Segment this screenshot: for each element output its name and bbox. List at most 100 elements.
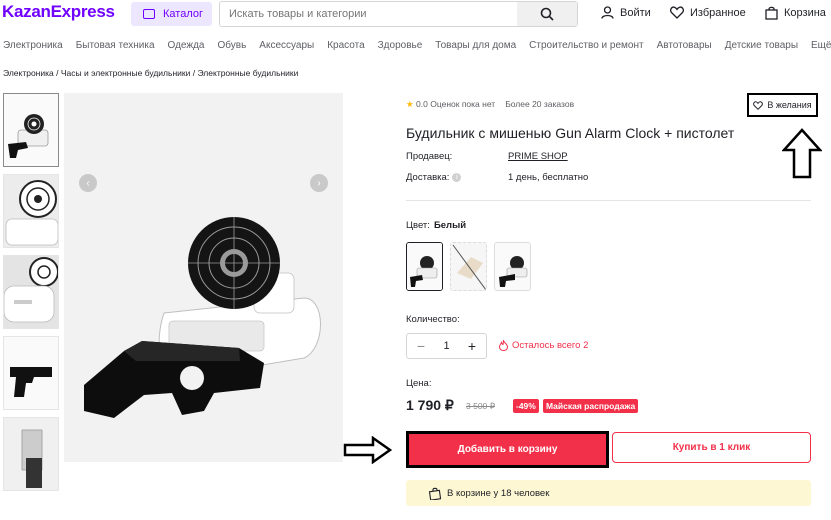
flame-icon bbox=[499, 340, 508, 351]
wishlist-label: В желания bbox=[767, 100, 812, 110]
swatch-image bbox=[451, 243, 486, 290]
product-thumbnail-image bbox=[4, 418, 58, 490]
category-more[interactable]: Ещё⌄ bbox=[811, 40, 831, 51]
seller-link[interactable]: PRIME SHOP bbox=[508, 151, 568, 162]
breadcrumb-item[interactable]: Часы и электронные будильники bbox=[61, 68, 190, 78]
category-health[interactable]: Здоровье bbox=[378, 40, 423, 51]
increment-button[interactable]: + bbox=[466, 338, 478, 354]
decrement-button[interactable]: − bbox=[415, 338, 427, 354]
color-swatch[interactable] bbox=[406, 242, 443, 291]
heart-icon bbox=[670, 6, 684, 19]
buy-one-click-button[interactable]: Купить в 1 клик bbox=[612, 432, 811, 463]
color-value: Белый bbox=[433, 220, 467, 231]
color-swatch-unavailable[interactable] bbox=[450, 242, 487, 291]
prev-image-button[interactable]: ‹ bbox=[79, 174, 97, 192]
main-product-image bbox=[64, 93, 343, 462]
category-home[interactable]: Товары для дома bbox=[435, 40, 516, 51]
rating-value: 0.0 bbox=[416, 99, 428, 109]
product-thumbnail-image bbox=[4, 256, 58, 328]
category-accessories[interactable]: Аксессуары bbox=[259, 40, 314, 51]
star-icon: ★ bbox=[406, 99, 414, 109]
login-link[interactable]: Войти bbox=[601, 6, 651, 19]
search-button[interactable] bbox=[517, 2, 577, 26]
breadcrumb: Электроника / Часы и электронные будильн… bbox=[3, 68, 298, 78]
delivery-label-row: Доставка: i bbox=[406, 172, 462, 183]
color-swatch[interactable] bbox=[494, 242, 531, 291]
annotation-arrow-up-icon bbox=[782, 128, 822, 179]
delivery-label: Доставка: bbox=[406, 172, 450, 183]
breadcrumb-separator: / bbox=[56, 68, 59, 78]
divider bbox=[406, 200, 811, 201]
heart-icon bbox=[753, 100, 764, 110]
category-clothing[interactable]: Одежда bbox=[168, 40, 205, 51]
category-appliances[interactable]: Бытовая техника bbox=[76, 40, 155, 51]
thumbnail[interactable] bbox=[3, 417, 59, 491]
category-construction[interactable]: Строительство и ремонт bbox=[529, 40, 643, 51]
rating-row: ★ 0.0 Оценок пока нет Более 20 заказов bbox=[406, 99, 574, 110]
category-kids[interactable]: Детские товары bbox=[725, 40, 798, 51]
in-cart-text: В корзине у 18 человек bbox=[447, 487, 550, 499]
info-icon[interactable]: i bbox=[452, 172, 462, 182]
favorites-label: Избранное bbox=[690, 6, 746, 19]
orders-count: Более 20 заказов bbox=[505, 99, 575, 109]
seller-label: Продавец: bbox=[406, 151, 453, 162]
catalog-icon bbox=[143, 9, 155, 19]
logo[interactable]: KazanExpress bbox=[2, 2, 115, 22]
quantity-label: Количество: bbox=[406, 314, 460, 325]
price-label: Цена: bbox=[406, 378, 432, 389]
search-icon bbox=[540, 7, 554, 21]
breadcrumb-separator: / bbox=[192, 68, 196, 78]
shopping-bag-icon bbox=[429, 487, 441, 500]
sale-badge: Майская распродажа bbox=[543, 399, 639, 413]
login-label: Войти bbox=[620, 6, 651, 19]
breadcrumb-item[interactable]: Электронные будильники bbox=[197, 68, 298, 78]
delivery-value: 1 день, бесплатно bbox=[508, 172, 589, 183]
catalog-label: Каталог bbox=[163, 8, 203, 20]
color-row: Цвет: Белый bbox=[406, 220, 466, 231]
old-price: 3 500 ₽ bbox=[466, 401, 496, 411]
cart-label: Корзина bbox=[784, 7, 826, 19]
product-thumbnail-image bbox=[4, 175, 58, 247]
favorites-link[interactable]: Избранное bbox=[670, 6, 746, 19]
swatch-image bbox=[495, 243, 530, 290]
category-beauty[interactable]: Красота bbox=[327, 40, 364, 51]
header: KazanExpress Каталог Войти Избранное Кор bbox=[0, 0, 831, 30]
category-auto[interactable]: Автотовары bbox=[657, 40, 712, 51]
color-label: Цвет: bbox=[406, 220, 430, 231]
annotation-arrow-right-icon bbox=[343, 436, 393, 464]
add-to-cart-button[interactable]: Добавить в корзину bbox=[406, 431, 609, 468]
category-more-label: Ещё bbox=[811, 40, 831, 51]
category-electronics[interactable]: Электроника bbox=[3, 40, 63, 51]
reviews-text[interactable]: Оценок пока нет bbox=[430, 99, 495, 109]
product-thumbnail-image bbox=[4, 337, 58, 409]
quantity-value[interactable]: 1 bbox=[443, 340, 449, 352]
price: 1 790 ₽ bbox=[406, 397, 454, 413]
product-image bbox=[64, 93, 343, 462]
discount-badge: -49% bbox=[513, 399, 539, 413]
rating: ★ 0.0 Оценок пока нет bbox=[406, 99, 495, 110]
thumbnail-list bbox=[3, 93, 60, 498]
thumbnail[interactable] bbox=[3, 255, 59, 329]
search-bar bbox=[219, 1, 578, 27]
in-cart-banner: В корзине у 18 человек bbox=[406, 480, 811, 506]
stock-warning: Осталось всего 2 bbox=[499, 340, 588, 351]
category-shoes[interactable]: Обувь bbox=[217, 40, 246, 51]
thumbnail[interactable] bbox=[3, 93, 59, 167]
search-input[interactable] bbox=[220, 2, 517, 26]
chevron-right-icon: › bbox=[317, 177, 321, 189]
chevron-left-icon: ‹ bbox=[86, 177, 90, 189]
thumbnail[interactable] bbox=[3, 336, 59, 410]
breadcrumb-item[interactable]: Электроника bbox=[3, 68, 54, 78]
category-nav: Электроника Бытовая техника Одежда Обувь… bbox=[3, 40, 831, 51]
wishlist-button[interactable]: В желания bbox=[747, 93, 818, 117]
stock-text: Осталось всего 2 bbox=[512, 340, 589, 351]
product-thumbnail-image bbox=[4, 94, 58, 166]
swatch-image bbox=[407, 243, 442, 290]
product-title: Будильник с мишенью Gun Alarm Clock + пи… bbox=[406, 125, 735, 141]
user-icon bbox=[601, 6, 614, 19]
catalog-button[interactable]: Каталог bbox=[131, 2, 212, 26]
thumbnail[interactable] bbox=[3, 174, 59, 248]
next-image-button[interactable]: › bbox=[310, 174, 328, 192]
cart-link[interactable]: Корзина bbox=[765, 6, 826, 20]
quantity-stepper: − 1 + bbox=[406, 333, 487, 359]
